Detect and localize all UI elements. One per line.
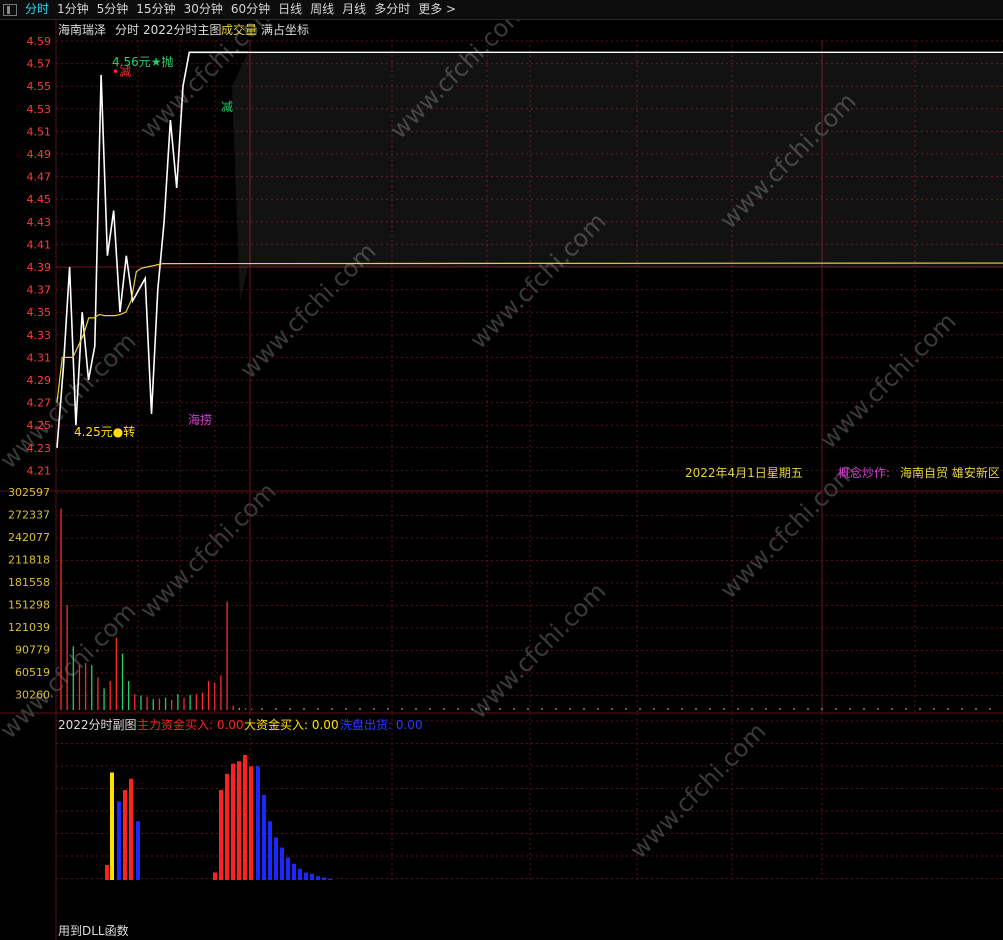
price-tick-label: 4.39 — [27, 261, 52, 274]
main-fund-legend: 主力资金买入: 0.00 — [137, 717, 244, 732]
fund-bar — [298, 868, 302, 880]
volume-tick-label: 302597 — [8, 486, 50, 499]
price-tick-label: 4.51 — [27, 125, 52, 138]
price-tick-label: 4.53 — [27, 103, 52, 116]
tab-7[interactable]: 周线 — [306, 0, 338, 19]
price-tick-label: 4.29 — [27, 374, 52, 387]
tab-0[interactable]: 分时 — [21, 0, 53, 19]
tab-8[interactable]: 月线 — [338, 0, 370, 19]
fund-bar — [243, 755, 247, 880]
price-tick-label: 4.25 — [27, 419, 52, 432]
fund-bar — [129, 778, 133, 880]
price-tick-label: 4.45 — [27, 193, 52, 206]
footer-text: 用到DLL函数 — [58, 923, 129, 938]
fund-bar — [328, 878, 332, 880]
price-annotation: 减 — [221, 100, 233, 114]
price-annotation: •减 — [112, 65, 131, 79]
fund-bar — [136, 821, 140, 880]
fund-bar — [219, 790, 223, 880]
tab-2[interactable]: 5分钟 — [93, 0, 133, 19]
fund-bar — [304, 872, 308, 880]
volume-tick-label: 30260 — [15, 689, 50, 702]
chart-mode-label: 分时 — [115, 23, 139, 37]
fund-bar — [268, 821, 272, 880]
fund-bar — [256, 766, 260, 880]
volume-tick-label: 272337 — [8, 509, 50, 522]
big-fund-legend: 大资金买入: 0.00 — [244, 717, 339, 732]
price-tick-label: 4.35 — [27, 306, 52, 319]
fund-bar — [249, 766, 253, 880]
volume-tick-label: 242077 — [8, 531, 50, 544]
concept-value: 海南自贸 雄安新区 ! — [900, 465, 1003, 480]
volume-tick-label: 121039 — [8, 621, 50, 634]
fund-bar — [262, 795, 266, 880]
volume-tick-label: 151298 — [8, 599, 50, 612]
fund-bar — [117, 801, 121, 880]
wash-legend: 洗盘出货: 0.00 — [340, 717, 423, 732]
fund-bar — [292, 863, 296, 880]
concept-label: 概念炒作: — [838, 465, 890, 480]
panel-toggle-icon[interactable] — [3, 3, 17, 16]
price-tick-label: 4.57 — [27, 58, 52, 71]
watermark-text: www.cfchi.com — [0, 327, 141, 474]
stock-name: 海南瑞泽 — [58, 22, 106, 37]
fund-bar — [274, 837, 278, 880]
tab-6[interactable]: 日线 — [274, 0, 306, 19]
price-annotation: 海捞 — [188, 412, 212, 427]
price-tick-label: 4.27 — [27, 397, 52, 410]
average-line-flat — [173, 262, 1003, 265]
fund-bar — [123, 790, 127, 880]
fund-bars — [105, 755, 332, 880]
tab-1[interactable]: 1分钟 — [53, 0, 93, 19]
volume-label: 成交量 — [221, 22, 257, 37]
watermark-text: www.cfchi.com — [814, 307, 961, 454]
volume-tick-label: 181558 — [8, 576, 50, 589]
fund-bar — [225, 773, 229, 880]
fund-bar — [316, 876, 320, 880]
watermark-text: www.cfchi.com — [624, 717, 771, 864]
price-tick-label: 4.49 — [27, 148, 52, 161]
date-label: 2022年4月1日星期五 — [685, 466, 803, 480]
fund-bar — [105, 865, 109, 880]
tab-5[interactable]: 60分钟 — [227, 0, 274, 19]
volume-axis: 302597 272337 242077 211818 181558 151298 1210… — [8, 486, 50, 702]
price-tick-label: 4.41 — [27, 238, 52, 251]
tab-3[interactable]: 15分钟 — [132, 0, 179, 19]
tab-10[interactable]: 更多 > — [414, 0, 460, 19]
price-tick-label: 4.21 — [27, 464, 52, 477]
price-tick-label: 4.43 — [27, 216, 52, 229]
price-tick-label: 4.23 — [27, 442, 52, 455]
price-tick-label: 4.55 — [27, 80, 52, 93]
price-tick-label: 4.47 — [27, 171, 52, 184]
price-annotation: 4.25元●转 — [74, 424, 135, 439]
axis-mode-label[interactable]: 满占坐标 — [261, 22, 309, 37]
volume-tick-label: 60519 — [15, 666, 50, 679]
fund-bar — [286, 857, 290, 880]
subpanel-title: 2022分时副图 — [58, 718, 137, 732]
fund-bar — [231, 763, 235, 880]
price-tick-label: 4.31 — [27, 351, 52, 364]
price-tick-label: 4.33 — [27, 329, 52, 342]
fund-bar — [310, 873, 314, 880]
fund-bar — [110, 772, 114, 880]
fund-bar — [213, 872, 217, 880]
fund-bar — [280, 847, 284, 880]
volume-tick-label: 211818 — [8, 554, 50, 567]
fund-bar — [322, 877, 326, 880]
intraday-chart: www.cfchi.comwww.cfchi.comwww.cfchi.comw… — [0, 20, 1003, 940]
tab-4[interactable]: 30分钟 — [180, 0, 227, 19]
fund-bar — [237, 761, 241, 880]
price-tick-label: 4.37 — [27, 284, 52, 297]
indicator-label[interactable]: 2022分时主图 — [143, 23, 222, 37]
period-tab-bar: 分时 1分钟 5分钟 15分钟 30分钟 60分钟 日线 周线 月线 多分时 更多 > — [0, 0, 1003, 20]
volume-tick-label: 90779 — [15, 644, 50, 657]
watermark-text: www.cfchi.com — [134, 477, 281, 624]
price-tick-label: 4.59 — [27, 35, 52, 48]
tab-9[interactable]: 多分时 — [370, 0, 414, 19]
